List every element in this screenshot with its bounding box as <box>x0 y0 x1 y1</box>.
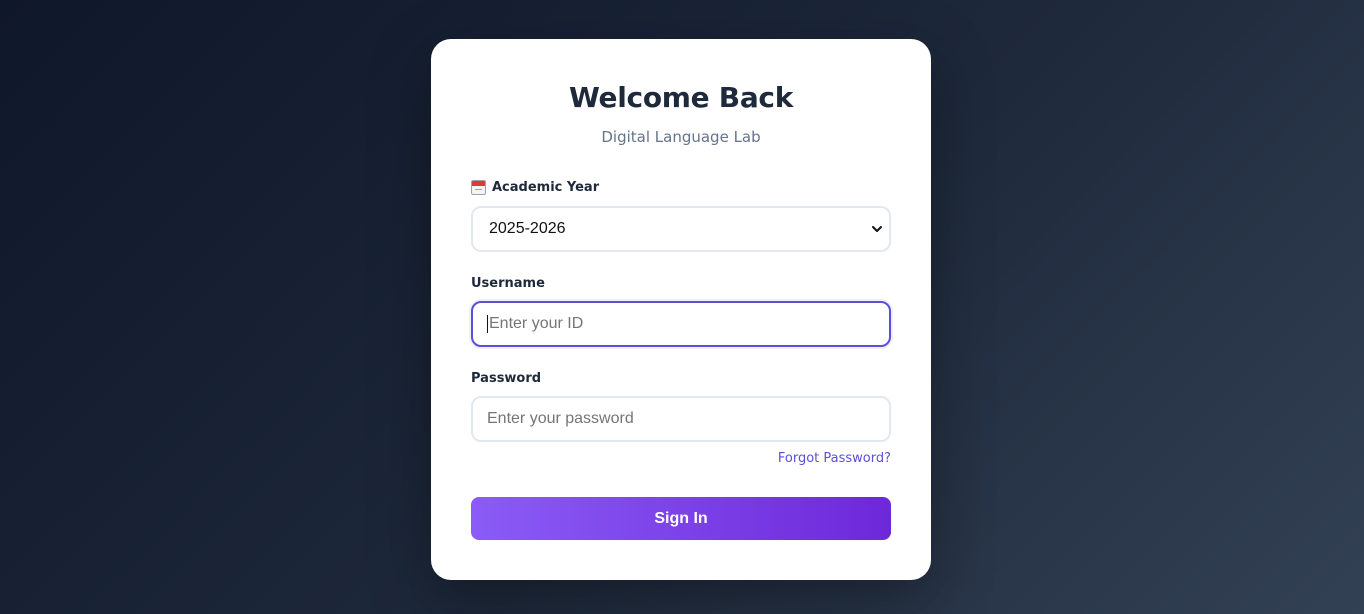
password-label-text: Password <box>471 371 542 386</box>
chevron-down-icon <box>869 221 885 237</box>
academic-year-selected-value: 2025-2026 <box>489 220 566 237</box>
password-placeholder: Enter your password <box>487 410 634 427</box>
sign-in-button[interactable]: Sign In <box>471 497 891 540</box>
forgot-password-link[interactable]: Forgot Password? <box>778 451 891 466</box>
username-label-text: Username <box>471 276 545 291</box>
academic-year-select[interactable]: 2025-2026 <box>471 206 891 252</box>
username-label: Username <box>471 276 545 291</box>
username-input[interactable]: Enter your ID <box>471 301 891 347</box>
username-placeholder: Enter your ID <box>489 315 584 332</box>
login-card: Welcome Back Digital Language Lab Academ… <box>431 39 931 580</box>
academic-year-label: Academic Year <box>471 180 599 195</box>
text-caret <box>487 315 488 333</box>
password-label: Password <box>471 371 541 386</box>
calendar-icon <box>471 180 486 195</box>
page-subtitle: Digital Language Lab <box>601 128 761 146</box>
page-title: Welcome Back <box>568 81 794 114</box>
password-input[interactable]: Enter your password <box>471 396 891 442</box>
academic-year-label-text: Academic Year <box>492 180 600 195</box>
